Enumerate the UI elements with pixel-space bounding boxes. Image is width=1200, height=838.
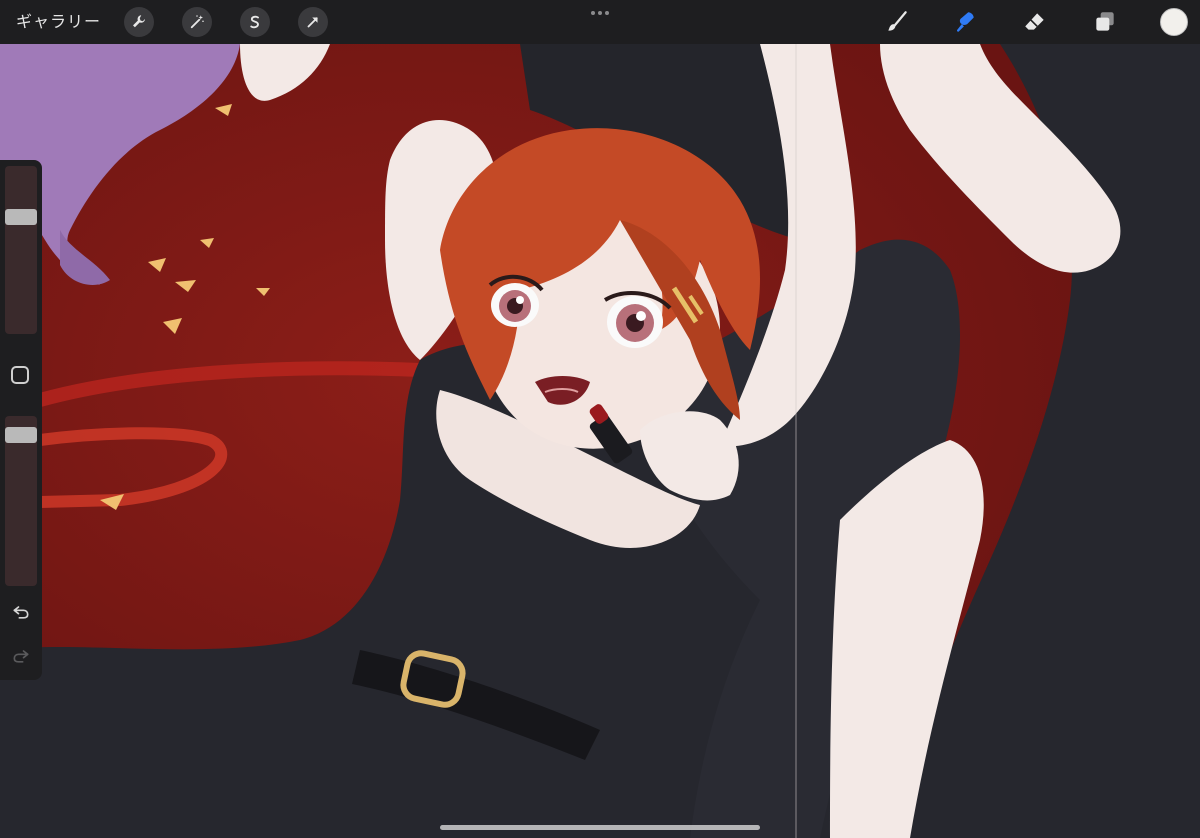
brush-size-slider[interactable] xyxy=(5,166,37,334)
eraser-tool-button[interactable] xyxy=(1021,8,1049,36)
transform-button[interactable] xyxy=(298,7,328,37)
drawing-canvas[interactable] xyxy=(0,0,1200,838)
smudge-tool-button[interactable] xyxy=(951,8,979,36)
magic-wand-icon xyxy=(190,15,204,29)
paint-tool-button[interactable] xyxy=(883,8,911,36)
artwork xyxy=(0,0,1200,838)
dot-icon xyxy=(605,11,609,15)
selection-s-icon xyxy=(250,15,259,29)
gallery-button[interactable]: ギャラリー xyxy=(16,10,101,34)
dot-icon xyxy=(591,11,595,15)
more-options-button[interactable] xyxy=(588,6,612,20)
modify-button[interactable] xyxy=(11,366,29,384)
color-picker-button[interactable] xyxy=(1160,8,1188,36)
actions-button[interactable] xyxy=(124,7,154,37)
top-toolbar: ギャラリー xyxy=(0,0,1200,44)
opacity-thumb[interactable] xyxy=(5,427,37,443)
dot-icon xyxy=(598,11,602,15)
redo-button[interactable] xyxy=(9,644,33,668)
layers-button[interactable] xyxy=(1091,8,1119,36)
selection-button[interactable] xyxy=(240,7,270,37)
smudge-icon xyxy=(956,12,974,32)
home-indicator xyxy=(440,825,760,830)
layers-icon xyxy=(1096,12,1114,31)
opacity-slider[interactable] xyxy=(5,416,37,586)
eraser-icon xyxy=(1025,13,1044,30)
undo-button[interactable] xyxy=(9,600,33,624)
redo-arrow-icon xyxy=(13,650,29,663)
undo-arrow-icon xyxy=(13,606,29,619)
brush-size-thumb[interactable] xyxy=(5,209,37,225)
wrench-icon xyxy=(133,15,145,28)
arrow-cursor-icon xyxy=(307,17,318,28)
adjustments-button[interactable] xyxy=(182,7,212,37)
brush-icon xyxy=(888,11,907,31)
left-sidebar xyxy=(0,160,42,680)
